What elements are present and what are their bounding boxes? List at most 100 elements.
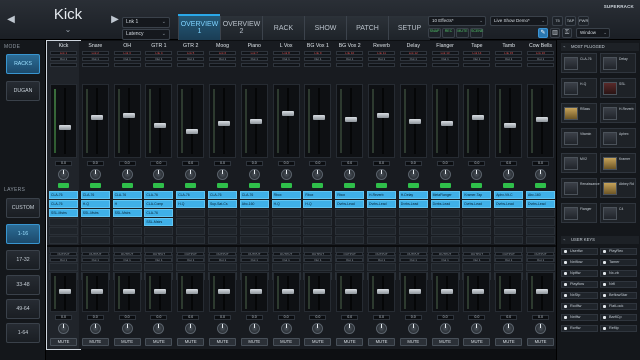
output-value[interactable]: 0.0: [404, 315, 422, 320]
channel-routing[interactable]: [272, 63, 300, 67]
insert-slot[interactable]: Dvrbs-Lead: [494, 200, 524, 208]
insert-slot[interactable]: [462, 263, 492, 271]
fader-cap[interactable]: [377, 113, 389, 118]
user-key-button[interactable]: Playflow: [561, 281, 598, 288]
fader-area[interactable]: [368, 84, 395, 158]
mute-button[interactable]: MUTE: [209, 338, 236, 346]
fader-cap[interactable]: [90, 289, 103, 294]
user-key-button[interactable]: BarflCp: [600, 314, 637, 321]
insert-slot[interactable]: CLA-76: [208, 191, 237, 199]
insert-slot[interactable]: Dvrbs-Lead: [398, 200, 428, 208]
channel-name[interactable]: GTR 1: [142, 43, 175, 49]
output-routing[interactable]: Out 1: [209, 258, 236, 262]
insert-slot[interactable]: [80, 236, 110, 244]
insert-slot[interactable]: [208, 209, 237, 217]
plugin-tile[interactable]: CLA-76: [561, 53, 597, 73]
plugin-tile[interactable]: SSL: [600, 78, 636, 98]
channel-output[interactable]: Out 1: [209, 57, 236, 61]
channel-output[interactable]: Out 1: [145, 57, 173, 61]
insert-slot[interactable]: [176, 209, 206, 217]
layer-button-33-48[interactable]: 33-48: [6, 275, 40, 295]
channel-input[interactable]: Lnk 11: [368, 51, 395, 55]
fader-value[interactable]: 0.0: [214, 161, 231, 166]
window-select[interactable]: Window ⌄: [576, 28, 610, 38]
channel-output[interactable]: Out 1: [431, 57, 459, 61]
fader-cap[interactable]: [249, 289, 262, 294]
channel-input[interactable]: Lnk 9: [304, 51, 332, 55]
insert-slot[interactable]: SSL-Mstrs: [112, 209, 142, 217]
output-routing[interactable]: Out 1: [336, 258, 364, 262]
fader-cap[interactable]: [218, 121, 230, 126]
insert-slot[interactable]: [239, 236, 269, 244]
user-key-button[interactable]: FlatLock: [600, 303, 637, 310]
output-routing[interactable]: Out 1: [81, 258, 109, 262]
layer-button-17-32[interactable]: 17-32: [6, 250, 40, 270]
channel-name[interactable]: Flanger: [429, 43, 462, 49]
channel-strip[interactable]: Piano Lnk 7 Out 1 0.0 CLA-76 Abc-160 OUTPUT Out…: [237, 41, 271, 349]
plugin-tile[interactable]: Kramer: [600, 153, 636, 173]
fader-area[interactable]: [463, 84, 491, 158]
output-value[interactable]: 0.0: [468, 315, 486, 320]
channel-name[interactable]: Kick: [47, 43, 80, 49]
insert-slot[interactable]: [367, 209, 396, 217]
insert-slot[interactable]: [430, 218, 460, 226]
fader-cap[interactable]: [313, 115, 326, 120]
fader-cap[interactable]: [504, 123, 517, 128]
fader-area[interactable]: [431, 84, 459, 158]
output-fader-area[interactable]: [81, 272, 109, 312]
channel-input[interactable]: Lnk 1: [50, 51, 77, 55]
channel-output[interactable]: Out 1: [463, 57, 491, 61]
pan-knob[interactable]: [89, 169, 101, 180]
fader-value[interactable]: 0.0: [309, 161, 327, 166]
fader-cap[interactable]: [186, 129, 199, 134]
insert-slot[interactable]: Dvrbs-Lead: [526, 200, 555, 208]
insert-slot[interactable]: H: [112, 200, 142, 208]
insert-slot[interactable]: [367, 263, 396, 271]
channel-output[interactable]: Out 1: [177, 57, 205, 61]
channel-output[interactable]: Out 1: [527, 57, 554, 61]
channel-name[interactable]: Tape: [460, 43, 493, 49]
insert-slot[interactable]: [398, 263, 428, 271]
insert-slot[interactable]: [49, 218, 78, 226]
output-knob[interactable]: [535, 323, 546, 334]
status-button-rec[interactable]: REC: [442, 28, 455, 38]
fader-value[interactable]: 0.0: [182, 161, 200, 166]
next-track-arrow-icon[interactable]: ▶: [110, 14, 120, 26]
insert-slot[interactable]: Abc-160: [526, 191, 555, 199]
insert-slot[interactable]: MetaFlanger: [430, 191, 460, 199]
tab-overview-2[interactable]: OVERVIEW 2: [220, 16, 262, 40]
insert-slot[interactable]: Kramer-Tap: [462, 191, 492, 199]
channel-routing[interactable]: [368, 63, 395, 67]
fader-area[interactable]: [495, 84, 523, 158]
user-key-button[interactable]: Nptflw: [561, 270, 598, 277]
insert-slot[interactable]: [462, 218, 492, 226]
insert-slot[interactable]: [462, 236, 492, 244]
fader-value[interactable]: 0.0: [277, 161, 295, 166]
output-value[interactable]: 0.0: [436, 315, 454, 320]
user-key-button[interactable]: Tamer: [600, 259, 637, 266]
channel-input[interactable]: Lnk 16: [527, 51, 554, 55]
fader-cap[interactable]: [345, 117, 358, 122]
output-knob[interactable]: [121, 323, 133, 334]
insert-slot[interactable]: CLA-76: [176, 191, 206, 199]
insert-slot[interactable]: [494, 263, 524, 271]
insert-slot[interactable]: [112, 218, 142, 226]
insert-slot[interactable]: [303, 209, 333, 217]
fader-cap[interactable]: [440, 121, 453, 126]
fader-area[interactable]: [272, 84, 300, 158]
insert-slot[interactable]: [176, 236, 206, 244]
channel-routing[interactable]: [209, 63, 236, 67]
channel-name[interactable]: BG Vox 1: [301, 43, 334, 49]
output-fader-area[interactable]: [495, 272, 523, 312]
output-fader-area[interactable]: [368, 272, 395, 312]
output-routing[interactable]: Out 1: [527, 258, 554, 262]
insert-slot[interactable]: [462, 209, 492, 217]
channel-output[interactable]: Out 1: [336, 57, 364, 61]
output-routing[interactable]: Out 1: [240, 258, 268, 262]
channel-strip[interactable]: BG Vox 2 Lnk 10 Out 1 0.0 Rbox Dvrbs-Lead OUTP…: [333, 41, 367, 349]
plugin-tile[interactable]: RBass: [561, 103, 597, 123]
channel-routing[interactable]: [81, 63, 109, 67]
tab-patch[interactable]: PATCH: [346, 16, 388, 40]
show-select[interactable]: Live Show Demo* ⌄: [490, 16, 548, 26]
insert-slot[interactable]: [494, 218, 524, 226]
